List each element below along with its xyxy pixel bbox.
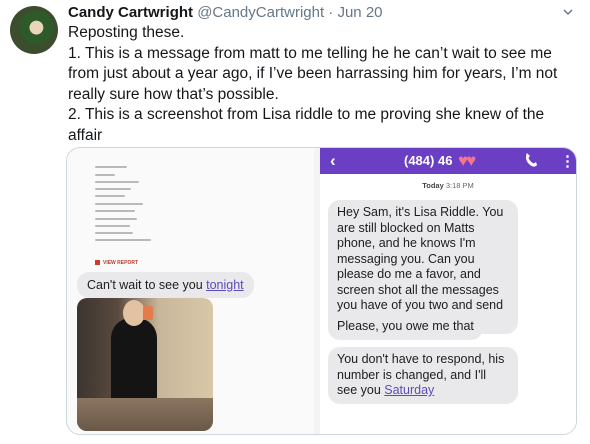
caret-down-icon[interactable] (562, 6, 574, 18)
phone-number: (484) 46 (404, 153, 453, 168)
tweet-text: Reposting these. 1. This is a message fr… (68, 23, 573, 146)
tweet-paragraph: 2. This is a screenshot from Lisa riddle… (68, 106, 545, 144)
left-screenshot[interactable]: VIEW REPORT Can't wait to see you tonigh… (67, 148, 314, 434)
tweet-paragraph: 1. This is a message from matt to me tel… (68, 44, 558, 103)
right-screenshot[interactable]: ‹ (484) 46 ♥♥ ⋮ Today 3:18 PM Hey Sam, i… (320, 148, 576, 434)
view-report-link: VIEW REPORT (95, 260, 138, 266)
heart-emoji: ♥♥ (458, 151, 476, 170)
back-chevron-icon: ‹ (330, 151, 336, 170)
date-link: Saturday (384, 383, 435, 397)
mirror-selfie-photo (77, 298, 213, 431)
report-icon (95, 260, 100, 266)
header-separator: · (328, 4, 334, 21)
more-vertical-icon: ⋮ (560, 153, 575, 170)
tweet-paragraph: Reposting these. (68, 24, 185, 41)
display-name[interactable]: Candy Cartwright (68, 4, 193, 21)
tweet-header: Candy Cartwright @CandyCartwright · Jun … (68, 3, 383, 23)
message-bubble: You don't have to respond, his number is… (328, 347, 518, 404)
message-bubble: Can't wait to see you tonight (77, 272, 254, 298)
tweet-date[interactable]: Jun 20 (337, 4, 382, 21)
conversation-header: ‹ (484) 46 ♥♥ ⋮ (320, 148, 576, 174)
call-icon (525, 153, 537, 167)
message-timestamp: Today 3:18 PM (422, 181, 474, 190)
receipt-document (95, 166, 175, 246)
tweet-media[interactable]: VIEW REPORT Can't wait to see you tonigh… (66, 147, 577, 435)
user-handle[interactable]: @CandyCartwright (197, 4, 324, 21)
message-bubble: Please, you owe me that (328, 314, 483, 340)
date-link: tonight (206, 278, 244, 292)
avatar[interactable] (10, 6, 58, 54)
